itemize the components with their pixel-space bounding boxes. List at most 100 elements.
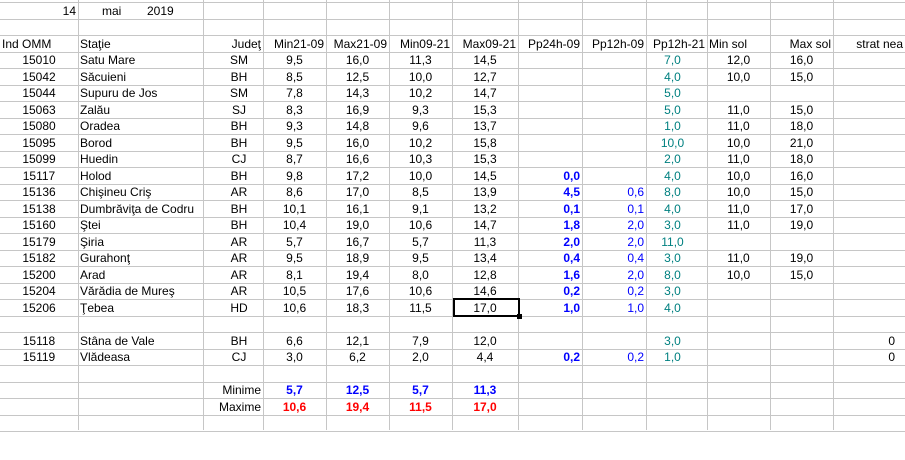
table-cell-max0921[interactable]: 14,7 [452,85,518,101]
table-cell-minsol[interactable] [707,349,770,365]
table-cell-pp12b[interactable]: 3,0 [642,217,703,233]
table-cell-pp12a[interactable]: 0,4 [582,250,646,266]
column-header[interactable]: Ind OMM [0,36,78,52]
table-cell-pp24[interactable]: 0,0 [518,168,582,184]
table-cell-maxsol[interactable]: 15,0 [770,102,833,118]
table-cell-minsol[interactable] [707,234,770,250]
table-cell-pp12a[interactable]: 0,6 [582,184,646,200]
table-cell-id[interactable]: 15200 [0,267,78,283]
table-cell-county[interactable]: CJ [209,151,269,167]
table-cell-max0921[interactable]: 15,3 [452,102,518,118]
table-cell-min0921[interactable]: 8,5 [389,184,452,200]
table-cell-min0921[interactable]: 8,0 [389,267,452,283]
table-cell-id[interactable]: 15179 [0,234,78,250]
table-cell-max0921[interactable]: 13,9 [452,184,518,200]
table-cell-pp24[interactable] [518,69,582,85]
table-cell-maxsol[interactable] [770,300,833,316]
table-cell-snow[interactable] [825,217,897,233]
table-cell-max0921[interactable]: 13,2 [452,201,518,217]
table-cell-station[interactable]: Oradea [78,118,203,134]
table-cell-pp12a[interactable] [582,118,646,134]
table-cell-max2109[interactable]: 19,4 [326,267,389,283]
table-cell-max2109[interactable]: 17,6 [326,283,389,299]
table-cell-station[interactable]: Arad [78,267,203,283]
table-cell-max0921[interactable]: 12,8 [452,267,518,283]
table-cell-maxsol[interactable]: 18,0 [770,118,833,134]
table-cell-id[interactable]: 15206 [0,300,78,316]
table-cell-pp12b[interactable]: 10,0 [642,135,703,151]
table-cell-max0921[interactable]: 12,7 [452,69,518,85]
table-cell-max2109[interactable]: 16,0 [326,52,389,68]
table-cell-min0921[interactable]: 9,1 [389,201,452,217]
table-cell-pp24[interactable] [518,333,582,349]
summary-max-value[interactable]: 19,4 [326,399,389,415]
summary-min-value[interactable]: 12,5 [326,382,389,398]
table-cell-min0921[interactable]: 5,7 [389,234,452,250]
table-cell-maxsol[interactable]: 18,0 [770,151,833,167]
table-cell-pp12a[interactable]: 1,0 [582,300,646,316]
table-cell-max2109[interactable]: 12,1 [326,333,389,349]
table-cell-min2109[interactable]: 7,8 [263,85,326,101]
table-cell-maxsol[interactable]: 16,0 [770,168,833,184]
table-cell-minsol[interactable]: 10,0 [707,168,770,184]
table-cell-max0921[interactable]: 13,4 [452,250,518,266]
table-cell-pp24[interactable]: 0,2 [518,349,582,365]
table-cell-snow[interactable] [825,102,897,118]
column-header[interactable]: Staţie [78,36,203,52]
table-cell-pp12a[interactable] [582,69,646,85]
table-cell-minsol[interactable]: 10,0 [707,69,770,85]
table-cell-min2109[interactable]: 8,1 [263,267,326,283]
table-cell-snow[interactable] [825,151,897,167]
table-cell-county[interactable]: SM [209,52,269,68]
table-cell-station[interactable]: Zalău [78,102,203,118]
table-cell-min2109[interactable]: 9,8 [263,168,326,184]
table-cell-county[interactable]: AR [209,184,269,200]
table-cell-county[interactable]: BH [209,333,269,349]
table-cell-snow[interactable] [825,168,897,184]
table-cell-min2109[interactable]: 9,5 [263,250,326,266]
table-cell-station[interactable]: Ţebea [78,300,203,316]
table-cell-snow[interactable] [825,85,897,101]
column-header[interactable]: Min21-09 [263,36,326,52]
table-cell-max0921[interactable]: 13,7 [452,118,518,134]
table-cell-maxsol[interactable]: 15,0 [770,267,833,283]
table-cell-pp12a[interactable] [582,333,646,349]
table-cell-max2109[interactable]: 17,2 [326,168,389,184]
column-header[interactable]: Min sol [707,36,770,52]
table-cell-pp24[interactable]: 2,0 [518,234,582,250]
table-cell-id[interactable]: 15204 [0,283,78,299]
summary-max-value[interactable]: 11,5 [389,399,452,415]
table-cell-county[interactable]: SJ [209,102,269,118]
column-header[interactable]: Max sol [770,36,833,52]
table-cell-max2109[interactable]: 16,0 [326,135,389,151]
table-cell-id[interactable]: 15117 [0,168,78,184]
table-cell-minsol[interactable]: 10,0 [707,267,770,283]
table-cell-snow[interactable]: 0 [825,333,897,349]
column-header[interactable]: Pp12h-21 [646,36,707,52]
table-cell-max0921[interactable]: 4,4 [452,349,518,365]
table-cell-snow[interactable] [825,52,897,68]
table-cell-snow[interactable] [825,69,897,85]
column-header[interactable]: Min09-21 [389,36,452,52]
table-cell-min2109[interactable]: 6,6 [263,333,326,349]
table-cell-county[interactable]: AR [209,283,269,299]
table-cell-county[interactable]: AR [209,267,269,283]
table-cell-max0921[interactable]: 12,0 [452,333,518,349]
table-cell-maxsol[interactable] [770,234,833,250]
table-cell-station[interactable]: Dumbrăviţa de Codru [78,201,203,217]
table-cell-id[interactable]: 15095 [0,135,78,151]
table-cell-pp12a[interactable] [582,168,646,184]
table-cell-max2109[interactable]: 16,9 [326,102,389,118]
table-cell-pp12a[interactable]: 0,2 [582,349,646,365]
table-cell-station[interactable]: Chişineu Criş [78,184,203,200]
table-cell-min0921[interactable]: 11,3 [389,52,452,68]
table-cell-max2109[interactable]: 14,8 [326,118,389,134]
table-cell-minsol[interactable]: 12,0 [707,52,770,68]
table-cell-min0921[interactable]: 10,0 [389,69,452,85]
table-cell-pp12b[interactable]: 4,0 [642,300,703,316]
table-cell-snow[interactable] [825,267,897,283]
table-cell-pp12a[interactable]: 2,0 [582,234,646,250]
table-cell-id[interactable]: 15042 [0,69,78,85]
table-cell-min0921[interactable]: 10,6 [389,217,452,233]
table-cell-max2109[interactable]: 16,6 [326,151,389,167]
